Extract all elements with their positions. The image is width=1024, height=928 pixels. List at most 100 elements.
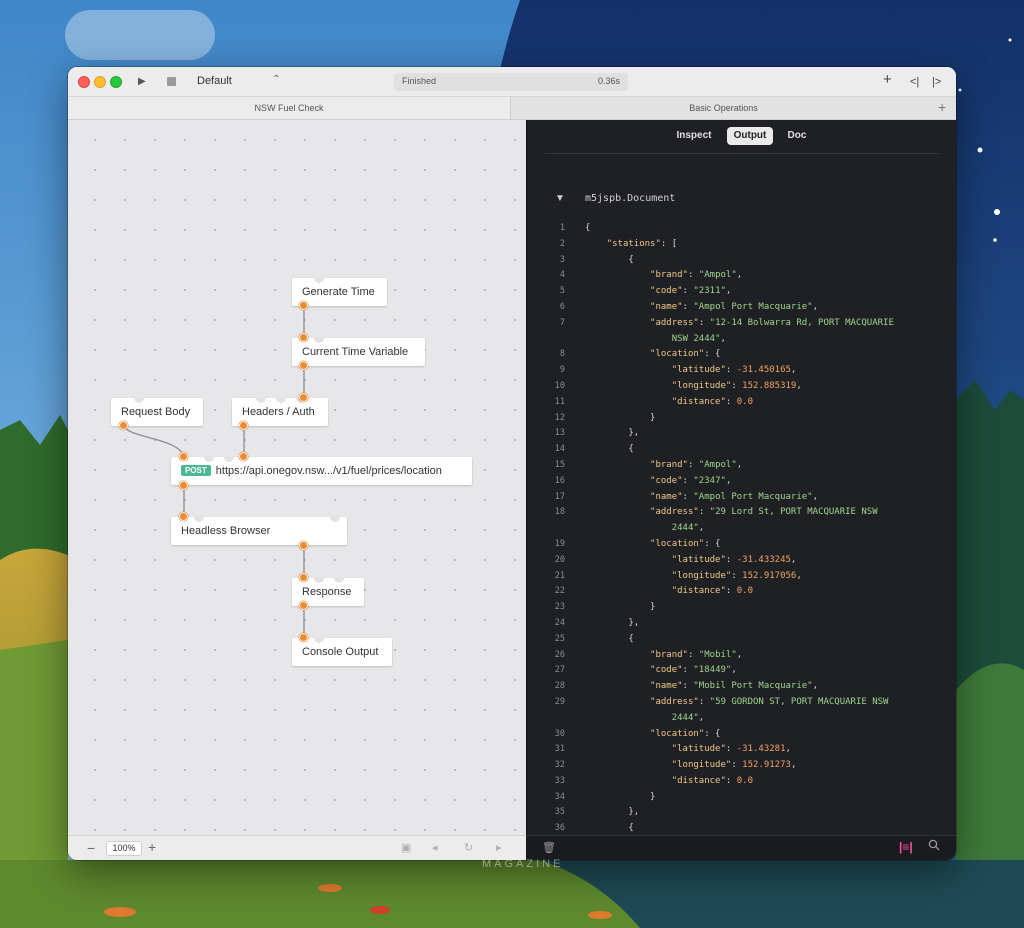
code-line: 2444",	[527, 521, 956, 537]
port-post-in-headers[interactable]	[239, 452, 248, 461]
line-number: 19	[554, 538, 565, 549]
line-content: },	[585, 807, 640, 818]
port-post-in-body[interactable]	[179, 452, 188, 461]
line-content: }	[585, 412, 656, 423]
line-number: 7	[559, 317, 565, 328]
line-number: 1	[559, 223, 565, 233]
code-line: 34 }	[527, 790, 956, 806]
close-window-button[interactable]	[78, 76, 90, 88]
line-content: }	[585, 791, 656, 802]
port-post-out[interactable]	[179, 481, 188, 490]
back-icon[interactable]: ◂	[432, 841, 438, 854]
inspector-footer: 🗑 |≡|	[526, 835, 956, 860]
line-number: 35	[554, 807, 565, 818]
node-console-output[interactable]: Console Output	[292, 638, 392, 666]
code-line: 11 "distance": 0.0	[527, 395, 956, 411]
line-number: 2	[559, 238, 565, 249]
line-content: "latitude": -31.43281,	[671, 744, 791, 755]
port-variable-out[interactable]	[299, 361, 308, 370]
disclosure-triangle-icon[interactable]: ▼	[555, 193, 565, 204]
search-icon[interactable]	[928, 839, 940, 851]
line-number: 27	[554, 665, 565, 676]
line-number: 21	[554, 570, 565, 581]
code-line: 35 },	[527, 805, 956, 821]
play-icon[interactable]: ▶	[138, 74, 146, 90]
line-number: 4	[559, 270, 565, 281]
port-headers-out[interactable]	[239, 421, 248, 430]
line-content: "brand": "Ampol",	[650, 459, 743, 470]
tab-basic-operations[interactable]: Basic Operations	[511, 97, 936, 119]
port-request-body-out[interactable]	[119, 421, 128, 430]
zoom-out-button[interactable]: −	[87, 840, 95, 856]
line-number: 31	[554, 744, 565, 755]
port-headers-in[interactable]	[299, 393, 308, 402]
code-line: 18 "address": "29 Lord St, PORT MACQUARI…	[527, 505, 956, 521]
line-content: "location": {	[650, 538, 721, 549]
wrap-lines-icon[interactable]: |≡|	[899, 840, 913, 854]
port-response-in[interactable]	[299, 573, 308, 582]
line-number: 3	[559, 254, 565, 265]
divider	[545, 153, 939, 154]
code-line: 30 "location": {	[527, 727, 956, 743]
line-content: "code": "18449",	[650, 665, 737, 676]
stop-icon[interactable]	[167, 77, 176, 86]
forward-icon[interactable]: ▸	[496, 841, 502, 854]
scheme-selector[interactable]: Default	[197, 75, 232, 87]
line-content: "address": "29 Lord St, PORT MACQUARIE N…	[650, 507, 878, 518]
line-content: {	[585, 444, 634, 455]
json-output[interactable]: 1{2 "stations": [3 {4 "brand": "Ampol", 5…	[527, 221, 956, 837]
line-content: "distance": 0.0	[671, 396, 753, 407]
tab-inspect[interactable]: Inspect	[669, 127, 719, 145]
line-content: {	[585, 254, 634, 265]
tab-doc[interactable]: Doc	[781, 127, 813, 145]
add-icon[interactable]: +	[883, 72, 892, 88]
line-number: 23	[554, 602, 565, 613]
toggle-right-panel-icon[interactable]: |>	[932, 74, 941, 90]
clipboard-icon[interactable]: ▣	[401, 841, 411, 854]
port-response-out[interactable]	[299, 601, 308, 610]
port-variable-in[interactable]	[299, 333, 308, 342]
zoom-level[interactable]: 100%	[106, 841, 142, 856]
chevron-up-down-icon[interactable]: ⌃	[272, 74, 280, 85]
maximize-window-button[interactable]	[110, 76, 122, 88]
line-content: "longitude": 152.91273,	[671, 760, 797, 771]
refresh-icon[interactable]: ↻	[464, 841, 473, 854]
run-duration: 0.36s	[597, 76, 620, 86]
code-line: 12 }	[527, 411, 956, 427]
line-content: NSW 2444",	[671, 333, 726, 344]
port-browser-in[interactable]	[179, 512, 188, 521]
code-line: 4 "brand": "Ampol",	[527, 268, 956, 284]
code-line: 17 "name": "Ampol Port Macquarie",	[527, 490, 956, 506]
trash-icon[interactable]: 🗑	[542, 841, 556, 854]
add-tab-icon[interactable]: +	[938, 99, 946, 115]
line-content: "distance": 0.0	[671, 775, 753, 786]
port-generate-time-out[interactable]	[299, 301, 308, 310]
tab-output[interactable]: Output	[727, 127, 773, 145]
port-console-in[interactable]	[299, 633, 308, 642]
document-title: m5jspb.Document	[585, 193, 676, 204]
zoom-in-button[interactable]: +	[148, 839, 156, 855]
node-post-request[interactable]: POST https://api.onegov.nsw.../v1/fuel/pr…	[171, 457, 472, 485]
line-number: 34	[554, 791, 565, 802]
line-number: 25	[554, 633, 565, 644]
line-content: "address": "59 GORDON ST, PORT MACQUARIE…	[650, 696, 889, 707]
node-label: Response	[302, 586, 352, 598]
line-content: "brand": "Ampol",	[650, 270, 743, 281]
line-number: 5	[559, 286, 565, 297]
line-number: 12	[554, 412, 565, 423]
tab-nsw-fuel-check[interactable]: NSW Fuel Check	[68, 97, 511, 119]
minimize-window-button[interactable]	[94, 76, 106, 88]
code-line: 24 },	[527, 616, 956, 632]
tab-bar: NSW Fuel Check Basic Operations +	[68, 97, 956, 120]
toggle-left-panel-icon[interactable]: <|	[910, 74, 919, 90]
line-content: "brand": "Mobil",	[650, 649, 743, 660]
line-number: 28	[554, 681, 565, 692]
code-line: 3 {	[527, 253, 956, 269]
port-browser-out[interactable]	[299, 541, 308, 550]
line-content: "distance": 0.0	[671, 586, 753, 597]
node-canvas[interactable]: Generate Time Current Time Variable Requ…	[68, 120, 526, 835]
line-number: 20	[554, 554, 565, 565]
inspector-panel: Inspect Output Doc ▼ m5jspb.Document 1 {2…	[526, 120, 956, 835]
code-line: NSW 2444",	[527, 332, 956, 348]
node-current-time-variable[interactable]: Current Time Variable	[292, 338, 425, 366]
